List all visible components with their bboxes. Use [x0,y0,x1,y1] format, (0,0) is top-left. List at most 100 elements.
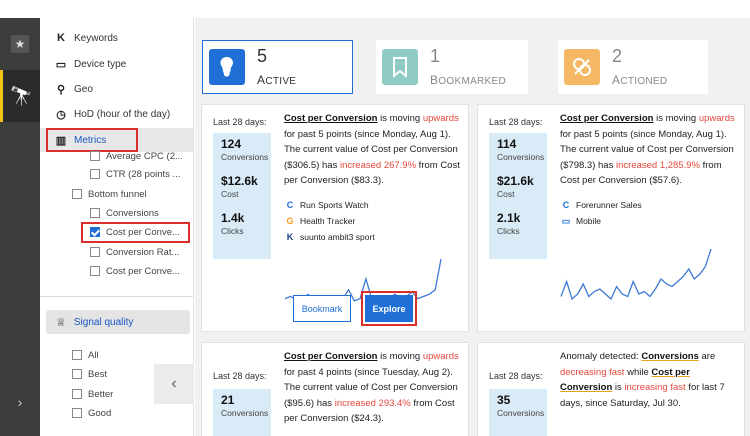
actioned-icon [564,49,600,85]
option-label: CTR (28 points ... [106,168,181,180]
last-28-days-label: Last 28 days: [489,371,543,381]
option-label: Good [88,407,112,419]
cost-unit: Cost [221,189,239,199]
option-label: Better [88,388,114,400]
expand-rail-button[interactable]: › [0,382,40,422]
explore-button[interactable]: Explore [365,295,413,322]
sidebar-item-label: HoD (hour of the day) [74,108,171,120]
insight-card: Last 28 days: 21 Conversions Cost per Con… [201,342,469,436]
source-list: C Forerunner Sales ▭ Mobile [560,197,642,229]
checkbox[interactable] [72,369,82,379]
stats-box: 114 Conversions $21.6k Cost 2.1k Clicks [489,133,547,259]
metric-link[interactable]: Cost per Conversion [284,113,377,124]
favorites-button[interactable]: ★ [0,26,40,62]
clicks-value: 1.4k [221,211,245,225]
insight-card: Last 28 days: 114 Conversions $21.6k Cost … [477,104,745,332]
insight-description: Cost per Conversion is moving upwards fo… [284,351,459,424]
clicks-unit: Clicks [221,226,244,236]
collapse-sidebar-button[interactable]: ‹ [154,364,194,404]
last-28-days-label: Last 28 days: [489,117,543,127]
source-list: C Run Sports Watch G Health Tracker Ksuunt… [284,197,375,245]
sidebar-item-geo[interactable]: ⚲ Geo [40,77,193,101]
signal-quality-header[interactable]: ♕ Signal quality [46,310,190,334]
bottom-funnel-group[interactable]: Bottom funnel [40,184,193,204]
checkbox[interactable] [90,169,100,179]
option-label: Cost per Conve... [106,265,180,277]
cost-value: $12.6k [221,174,258,188]
quality-option-all[interactable]: All [40,345,193,365]
bookmarked-count: 1 [430,46,441,66]
adgroup-icon: G [286,216,294,226]
source-keyword: Ksuunto ambit3 sport [284,229,375,245]
location-pin-icon: ⚲ [56,83,66,96]
last-28-days-label: Last 28 days: [213,371,267,381]
insight-description: Cost per Conversion is moving upwards fo… [560,113,735,186]
option-label: Conversion Rat... [106,246,180,258]
metric-option-ctr[interactable]: CTR (28 points ... [40,164,193,184]
option-label: Bottom funnel [88,188,147,200]
sparkline-chart [560,248,712,301]
summary-bookmarked-tab[interactable]: 1 BOOKMARKED [376,40,528,94]
sparkline-series [560,248,712,301]
option-label: Average CPC (2... [106,150,183,162]
source-campaign: C Run Sports Watch [284,197,375,213]
insight-card: Last 28 days: 124 Conversions $12.6k Cost … [201,104,469,332]
conversions-unit: Conversions [221,152,269,162]
checkbox[interactable] [72,389,82,399]
funnel-option-cost-per-conversion-2[interactable]: Cost per Conve... [40,261,193,281]
option-label: All [88,349,99,361]
checkbox[interactable] [90,151,100,161]
conversions-unit: Conversions [221,408,269,418]
metric-link[interactable]: Cost per Conversion [560,113,653,124]
sidebar-item-keywords[interactable]: K Keywords [40,26,193,50]
anomaly-description: Anomaly detected: Conversions are decrea… [560,351,725,409]
source-adgroup: G Health Tracker [284,213,375,229]
sidebar-item-label: Device type [74,58,127,70]
top-strip [0,0,750,18]
checkbox[interactable] [90,247,100,257]
insight-description: Cost per Conversion is moving upwards fo… [284,113,460,186]
bookmark-button[interactable]: Bookmark [293,295,351,322]
metric-link[interactable]: Conversions [641,351,699,362]
cost-value: $21.6k [497,174,534,188]
option-label: Conversions [106,207,159,219]
actioned-label: ACTIONED [612,73,668,87]
conversions-value: 114 [497,137,517,151]
quality-option-good[interactable]: Good [40,403,193,423]
insights-main: 💡 5 ACTIVE 1 BOOKMARKED 2 ACTIONED Last … [195,18,750,436]
sidebar-item-label: Keywords [74,32,118,44]
left-rail: ★ 🔭 › [0,18,40,436]
funnel-option-conversion-rate[interactable]: Conversion Rat... [40,242,193,262]
keyword-icon: K [286,232,294,242]
checkbox[interactable] [72,408,82,418]
metric-link[interactable]: Cost per Conversion [284,351,377,362]
actioned-count: 2 [612,46,623,66]
conversions-unit: Conversions [497,408,545,418]
summary-actioned-tab[interactable]: 2 ACTIONED [558,40,708,94]
active-label: ACTIVE [257,73,297,87]
conversions-unit: Conversions [497,152,545,162]
checkbox[interactable] [90,208,100,218]
last-28-days-label: Last 28 days: [213,117,267,127]
checkbox[interactable] [72,350,82,360]
campaign-icon: C [562,200,570,210]
checkbox[interactable] [90,266,100,276]
sidebar-item-device-type[interactable]: ▭ Device type [40,52,193,76]
highlight-cost-per-conversion [81,222,190,243]
sidebar-divider [40,296,193,297]
explore-nav-button[interactable]: 🔭 [0,70,40,122]
sidebar-item-label: Geo [74,83,93,95]
conversions-value: 35 [497,393,511,407]
checkbox[interactable] [72,189,82,199]
lightbulb-icon: 💡 [209,49,245,85]
metric-option-average-cpc[interactable]: Average CPC (2... [40,146,193,166]
option-label: Best [88,368,108,380]
funnel-option-conversions[interactable]: Conversions [40,203,193,223]
cost-unit: Cost [497,189,515,199]
conversions-value: 21 [221,393,235,407]
active-count: 5 [257,46,268,66]
summary-active-tab[interactable]: 💡 5 ACTIVE [202,40,353,94]
clicks-value: 2.1k [497,211,521,225]
sidebar-item-hod[interactable]: ◷ HoD (hour of the day) [40,102,193,126]
keyword-k-icon: K [57,32,65,44]
